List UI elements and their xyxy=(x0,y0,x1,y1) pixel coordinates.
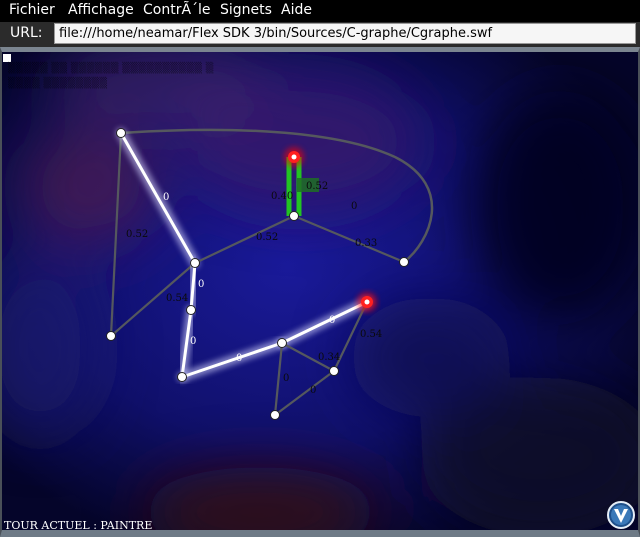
graph-canvas: 0.52 0 0.52 0.33 0.52 0.54 0.40 0 0 0 0 0.54 0.34 0 0 0 xyxy=(106,128,434,420)
menu-fichier[interactable]: Fichier xyxy=(9,2,55,18)
graph-node-active-core xyxy=(364,299,370,305)
graph-edge[interactable] xyxy=(180,341,284,379)
graph-node[interactable] xyxy=(329,366,339,376)
edge-weight-label: 0.40 xyxy=(271,191,293,202)
url-bar: URL: xyxy=(0,22,640,47)
graph-edge[interactable] xyxy=(280,300,369,345)
url-label: URL: xyxy=(10,25,43,41)
edge-weight-label: 0.33 xyxy=(355,238,377,249)
edge-weight-label: 0 xyxy=(190,336,196,347)
menu-bar: Fichier Affichage ContrÃ´le Signets Aide xyxy=(0,0,640,22)
circle-v-logo-icon[interactable] xyxy=(607,501,635,529)
edge-weight-label: 0 xyxy=(198,279,204,290)
edge-weight-label: 0.52 xyxy=(256,232,278,243)
graph-node[interactable] xyxy=(277,338,287,348)
graph-node[interactable] xyxy=(190,258,200,268)
graph-node[interactable] xyxy=(106,331,116,341)
edge-weight-label: 0.34 xyxy=(318,352,340,363)
graph-node[interactable] xyxy=(270,410,280,420)
graph-node[interactable] xyxy=(289,211,299,221)
graph-node[interactable] xyxy=(116,128,126,138)
corner-marker xyxy=(3,54,11,62)
edge-weight-label: 0 xyxy=(351,201,357,212)
edge-weight-label: 0 xyxy=(236,353,242,364)
graph-node[interactable] xyxy=(399,257,409,267)
menu-signets[interactable]: Signets xyxy=(220,2,272,18)
blurred-caption-2: ▒▒▒▒ ▒▒▒▒▒▒▒▒ xyxy=(8,78,108,89)
graph-node-active-core xyxy=(291,154,297,160)
blurred-caption-1: ▒▒▒▒▒ ▒▒ ▒▒▒▒▒▒ ▒▒▒▒▒▒▒▒▒▒ ▒ xyxy=(8,63,214,74)
edge-weight-label: 0.52 xyxy=(306,181,328,192)
edge-weight-label: 0 xyxy=(163,192,169,203)
menu-aide[interactable]: Aide xyxy=(281,2,312,18)
edge-weight-label: 0 xyxy=(329,315,335,326)
edge-weight-label: 0.54 xyxy=(360,329,382,340)
edge-weight-label: 0 xyxy=(283,373,289,384)
url-input[interactable] xyxy=(54,23,636,44)
game-stage[interactable]: 0.52 0 0.52 0.33 0.52 0.54 0.40 0 0 0 0 0.54 0.34 0 0 0… xyxy=(0,47,640,537)
edge-weight-label: 0.54 xyxy=(166,293,188,304)
graph-edge[interactable] xyxy=(109,132,123,337)
menu-controle[interactable]: ContrÃ´le xyxy=(143,2,211,18)
edge-weight-label: 0.52 xyxy=(126,229,148,240)
current-turn-status: TOUR ACTUEL : PAINTRE xyxy=(4,519,153,532)
graph-edge[interactable] xyxy=(273,342,284,416)
menu-affichage[interactable]: Affichage xyxy=(68,2,134,18)
graph-node[interactable] xyxy=(186,305,196,315)
graph-node[interactable] xyxy=(177,372,187,382)
graph-edge[interactable] xyxy=(194,215,295,264)
edge-weight-label: 0 xyxy=(310,385,316,396)
graph-edge[interactable] xyxy=(293,214,405,264)
graph-edge[interactable] xyxy=(119,131,197,265)
